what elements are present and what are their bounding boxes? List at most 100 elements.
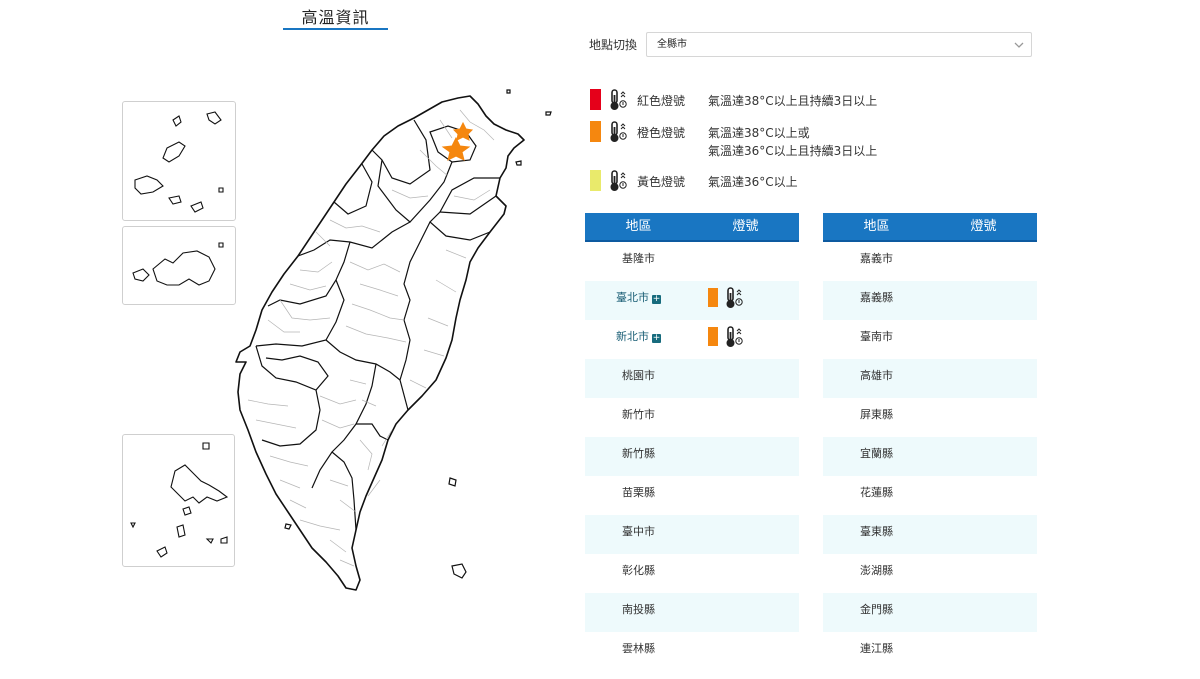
region-cell: 新竹市 [585,398,692,437]
legend-description: 氣溫達38°C以上或氣溫達36°C以上且持續3日以上 [708,124,877,160]
header-region: 地區 [863,219,890,234]
header-region: 地區 [625,219,652,234]
legend-description: 氣溫達38°C以上且持續3日以上 [708,92,877,110]
region-name: 桃園市 [622,369,655,382]
region-name[interactable]: 臺北市 [616,291,649,304]
region-cell: 連江縣 [823,632,930,671]
legend-description-line: 氣溫達38°C以上且持續3日以上 [708,94,878,108]
signal-cell [692,632,799,671]
legend-description-line: 氣溫達38°C以上或 [708,126,810,140]
region-name: 澎湖縣 [860,564,893,577]
table-row: 臺東縣 [823,515,1037,554]
region-name: 宜蘭縣 [860,447,893,460]
region-name: 彰化縣 [622,564,655,577]
legend-name: 紅色燈號 [637,94,686,108]
location-label: 地點切換 [589,38,638,52]
legend-thermometer [608,89,628,115]
signal-thermometer [724,326,744,351]
legend-color-swatch [590,121,601,142]
region-cell: 高雄市 [823,359,930,398]
signal-thermometer [724,287,744,312]
signal-cell [692,554,799,593]
location-select[interactable]: 全縣市 [646,32,1032,57]
table-row: 嘉義縣 [823,281,1037,320]
expand-plus-icon[interactable]: + [652,295,661,304]
penghu-islands [130,442,229,558]
table-header: 地區 燈號 [823,213,1037,242]
region-name: 苗栗縣 [622,486,655,499]
table-body: 基隆市 臺北市 + 新北市 + 桃園市 新竹市 新竹縣 苗栗縣 臺中市 彰化縣 南投縣 雲林縣 [585,242,799,671]
region-cell: 臺東縣 [823,515,930,554]
region-cell: 嘉義市 [823,242,930,281]
table-row: 臺中市 [585,515,799,554]
signal-cell [930,554,1037,593]
orchid-island [451,563,467,579]
region-cell: 臺南市 [823,320,930,359]
region-name: 嘉義市 [860,252,893,265]
region-name: 新竹市 [622,408,655,421]
legend-thermometer [608,170,628,196]
signal-cell [692,593,799,632]
legend-color-swatch [590,170,601,191]
legend-thermometer [608,121,628,147]
expand-plus-icon[interactable]: + [652,334,661,343]
legend-description: 氣溫達36°C以上 [708,173,798,191]
signal-cell [692,359,799,398]
table-header: 地區 燈號 [585,213,799,242]
table-row: 花蓮縣 [823,476,1037,515]
table-row[interactable]: 新北市 + [585,320,799,359]
kinmen-islands [132,242,224,286]
taiwan-map [0,0,560,675]
signal-cell [692,398,799,437]
region-cell: 臺中市 [585,515,692,554]
table-row: 苗栗縣 [585,476,799,515]
legend-name: 黃色燈號 [637,175,686,189]
legend-name: 橙色燈號 [637,126,686,140]
signal-cell [930,476,1037,515]
region-cell: 花蓮縣 [823,476,930,515]
region-name: 基隆市 [622,252,655,265]
table-row: 新竹市 [585,398,799,437]
region-cell[interactable]: 臺北市 + [585,281,692,320]
region-name: 南投縣 [622,603,655,616]
thermometer-icon [610,170,627,191]
region-name: 新竹縣 [622,447,655,460]
thermometer-icon [726,287,743,308]
table-body: 嘉義市嘉義縣臺南市高雄市屏東縣宜蘭縣花蓮縣臺東縣澎湖縣金門縣連江縣 [823,242,1037,671]
region-cell: 桃園市 [585,359,692,398]
region-table-left: 地區 燈號 基隆市 臺北市 + 新北市 + 桃園市 新竹市 新竹縣 苗栗縣 臺中市 彰化縣 南投縣 雲林… [585,213,799,671]
legend-description-line: 氣溫達36°C以上且持續3日以上 [708,144,878,158]
signal-cell [930,593,1037,632]
table-row: 連江縣 [823,632,1037,671]
region-name: 金門縣 [860,603,893,616]
region-cell[interactable]: 新北市 + [585,320,692,359]
signal-cell [930,632,1037,671]
region-cell: 彰化縣 [585,554,692,593]
region-cell: 金門縣 [823,593,930,632]
signal-cell [930,359,1037,398]
region-name: 花蓮縣 [860,486,893,499]
signal-cell [692,437,799,476]
region-name: 臺中市 [622,525,655,538]
region-cell: 南投縣 [585,593,692,632]
green-island [448,477,457,487]
region-cell: 屏東縣 [823,398,930,437]
taiwan-map-svg [235,89,552,591]
region-cell: 基隆市 [585,242,692,281]
thermometer-icon [610,89,627,110]
table-row[interactable]: 臺北市 + [585,281,799,320]
region-name: 屏東縣 [860,408,893,421]
table-row: 新竹縣 [585,437,799,476]
guishan-island [545,111,552,116]
legend-color-swatch [590,89,601,110]
region-table-right: 地區 燈號 嘉義市嘉義縣臺南市高雄市屏東縣宜蘭縣花蓮縣臺東縣澎湖縣金門縣連江縣 [823,213,1037,671]
table-row: 臺南市 [823,320,1037,359]
region-name: 連江縣 [860,642,893,655]
region-name: 高雄市 [860,369,893,382]
table-row: 雲林縣 [585,632,799,671]
region-name[interactable]: 新北市 [616,330,649,343]
signal-cell [692,242,799,281]
region-name: 嘉義縣 [860,291,893,304]
table-row: 澎湖縣 [823,554,1037,593]
table-row: 彰化縣 [585,554,799,593]
